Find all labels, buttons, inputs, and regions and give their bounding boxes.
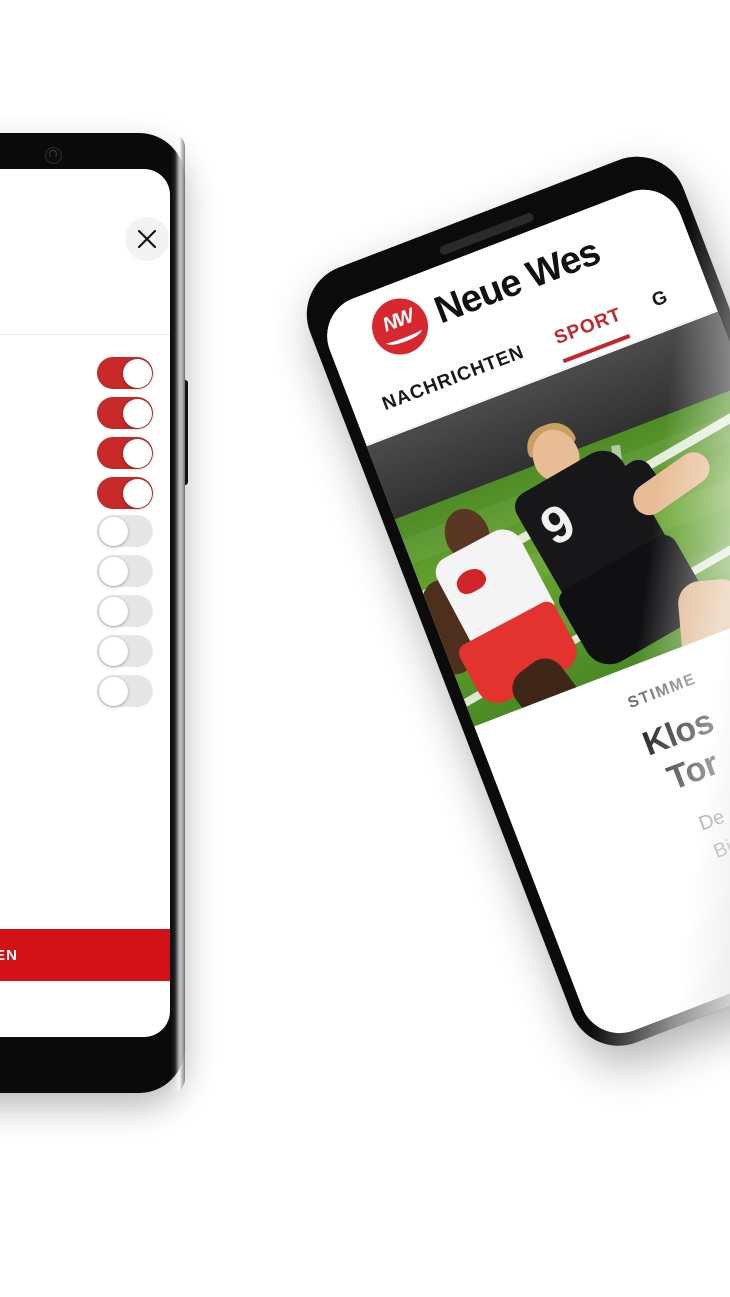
toggle-knob [98, 636, 128, 666]
toggle-row-5[interactable] [97, 515, 153, 547]
right-phone-wrapper: NW Neue Wes NACHRICHTEN SPORT G 9 STIMME… [292, 117, 730, 1163]
save-button[interactable]: EN [0, 929, 170, 981]
device-edge-highlight [171, 133, 185, 1093]
toggle-knob [122, 478, 152, 508]
toggle-row-8[interactable] [97, 635, 153, 667]
close-icon[interactable] [125, 217, 169, 261]
left-phone-device: -NACHRICHTEN Welt eld EN [0, 133, 188, 1093]
power-button[interactable] [181, 380, 188, 485]
left-phone-screen: -NACHRICHTEN Welt eld EN [0, 169, 170, 1037]
toggle-row-3[interactable] [97, 437, 153, 469]
save-button-label: EN [0, 946, 19, 964]
toggle-row-7[interactable] [97, 595, 153, 627]
toggle-knob [98, 556, 128, 586]
toggle-row-1[interactable] [97, 357, 153, 389]
right-phone-screen: NW Neue Wes NACHRICHTEN SPORT G 9 STIMME… [315, 178, 730, 1045]
toggle-knob [98, 676, 128, 706]
toggle-row-2[interactable] [97, 397, 153, 429]
front-camera-icon [45, 147, 62, 164]
toggle-knob [98, 596, 128, 626]
header-divider [0, 334, 170, 335]
nw-logo-icon: NW [363, 290, 437, 363]
tab-sport[interactable]: SPORT [551, 304, 627, 355]
toggle-knob [98, 516, 128, 546]
toggle-row-9[interactable] [97, 675, 153, 707]
toggle-knob [122, 438, 152, 468]
toggle-knob [122, 398, 152, 428]
toggle-knob [122, 358, 152, 388]
tab-geld[interactable]: G [649, 286, 674, 318]
toggle-row-6[interactable] [97, 555, 153, 587]
toggle-row-4[interactable] [97, 477, 153, 509]
right-phone-device: NW Neue Wes NACHRICHTEN SPORT G 9 STIMME… [292, 142, 730, 1061]
